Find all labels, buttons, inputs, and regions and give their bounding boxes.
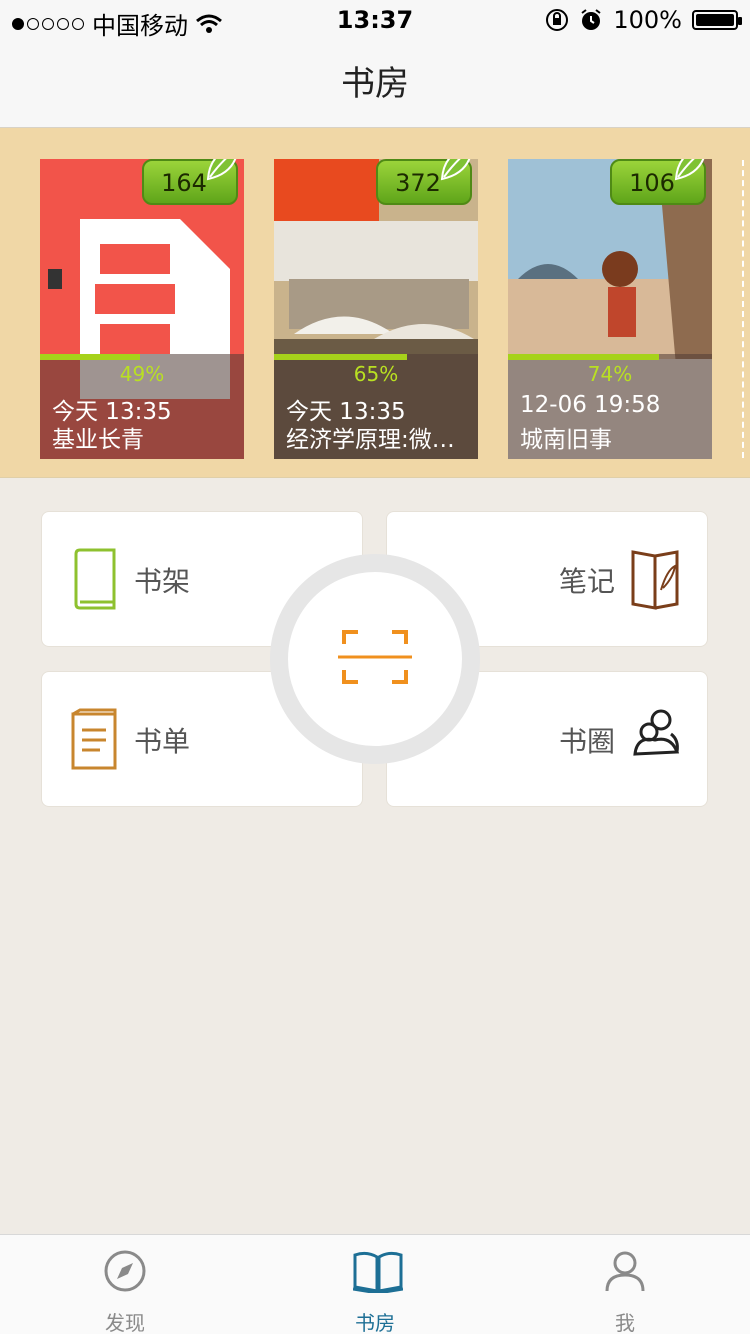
book-info-overlay: 49% 今天 13:35 基业长青	[40, 354, 244, 459]
bookshelf-label: 书架	[134, 565, 191, 598]
status-bar: 中国移动 13:37 100%	[0, 0, 750, 40]
recent-book-card[interactable]: 106 74% 12-06 19:58 城南旧事	[508, 159, 712, 459]
scan-frame-icon	[338, 630, 412, 684]
notebook-quill-icon	[631, 550, 679, 610]
document-list-icon	[71, 708, 117, 770]
book-title: 基业长青	[52, 427, 144, 453]
page-title: 书房	[341, 64, 409, 104]
tab-label: 书房	[355, 1311, 395, 1334]
reading-progress-bar	[40, 354, 244, 360]
person-icon	[605, 1251, 645, 1292]
progress-fill	[508, 354, 659, 360]
recent-book-card[interactable]: 372 65% 今天 13:35 经济学原理:微观经济学分册	[274, 159, 478, 459]
group-chat-icon	[633, 709, 680, 756]
note-count-badge: 164	[142, 159, 238, 205]
reading-progress-bar	[274, 354, 478, 360]
progress-percent: 65%	[353, 362, 399, 386]
status-right: 100%	[545, 6, 742, 34]
note-count-badge: 106	[610, 159, 706, 205]
book-info-overlay: 65% 今天 13:35 经济学原理:微观经济学分册	[274, 354, 478, 459]
battery-percent: 100%	[613, 6, 682, 34]
leaf-icon	[674, 159, 705, 181]
navigation-bar: 书房	[0, 40, 750, 128]
orientation-lock-icon	[546, 9, 569, 31]
tab-label: 发现	[105, 1311, 145, 1334]
last-read-time: 12-06 19:58	[520, 392, 661, 418]
more-books-placeholder[interactable]	[742, 160, 750, 458]
tab-label: 我	[615, 1311, 635, 1334]
book-circle-label: 书圈	[558, 725, 615, 758]
progress-fill	[274, 354, 407, 360]
tab-bar: 发现 书房 我	[0, 1234, 750, 1334]
leaf-icon	[206, 159, 237, 181]
scan-button[interactable]	[270, 554, 480, 764]
tab-me[interactable]: 我	[500, 1235, 750, 1334]
tab-discover[interactable]: 发现	[0, 1235, 250, 1334]
book-title: 城南旧事	[520, 427, 612, 453]
leaf-icon	[440, 159, 471, 181]
compass-icon	[104, 1250, 146, 1292]
booklist-label: 书单	[134, 725, 191, 758]
open-book-icon	[353, 1251, 403, 1293]
book-title: 经济学原理:微观经济学分册	[286, 427, 472, 453]
progress-percent: 74%	[587, 362, 633, 386]
note-count-badge: 372	[376, 159, 472, 205]
recent-books-shelf: 164 49% 今天 13:35 基业长青 372 65% 今天 13:35 经…	[0, 128, 750, 478]
recent-book-card[interactable]: 164 49% 今天 13:35 基业长青	[40, 159, 244, 459]
notes-label: 笔记	[558, 565, 615, 598]
progress-percent: 49%	[119, 362, 165, 386]
book-icon	[74, 548, 116, 610]
battery-icon	[692, 10, 742, 30]
progress-fill	[40, 354, 140, 360]
alarm-icon	[581, 9, 601, 30]
reading-progress-bar	[508, 354, 712, 360]
tab-study[interactable]: 书房	[250, 1235, 500, 1334]
book-info-overlay: 74% 12-06 19:58 城南旧事	[508, 354, 712, 459]
